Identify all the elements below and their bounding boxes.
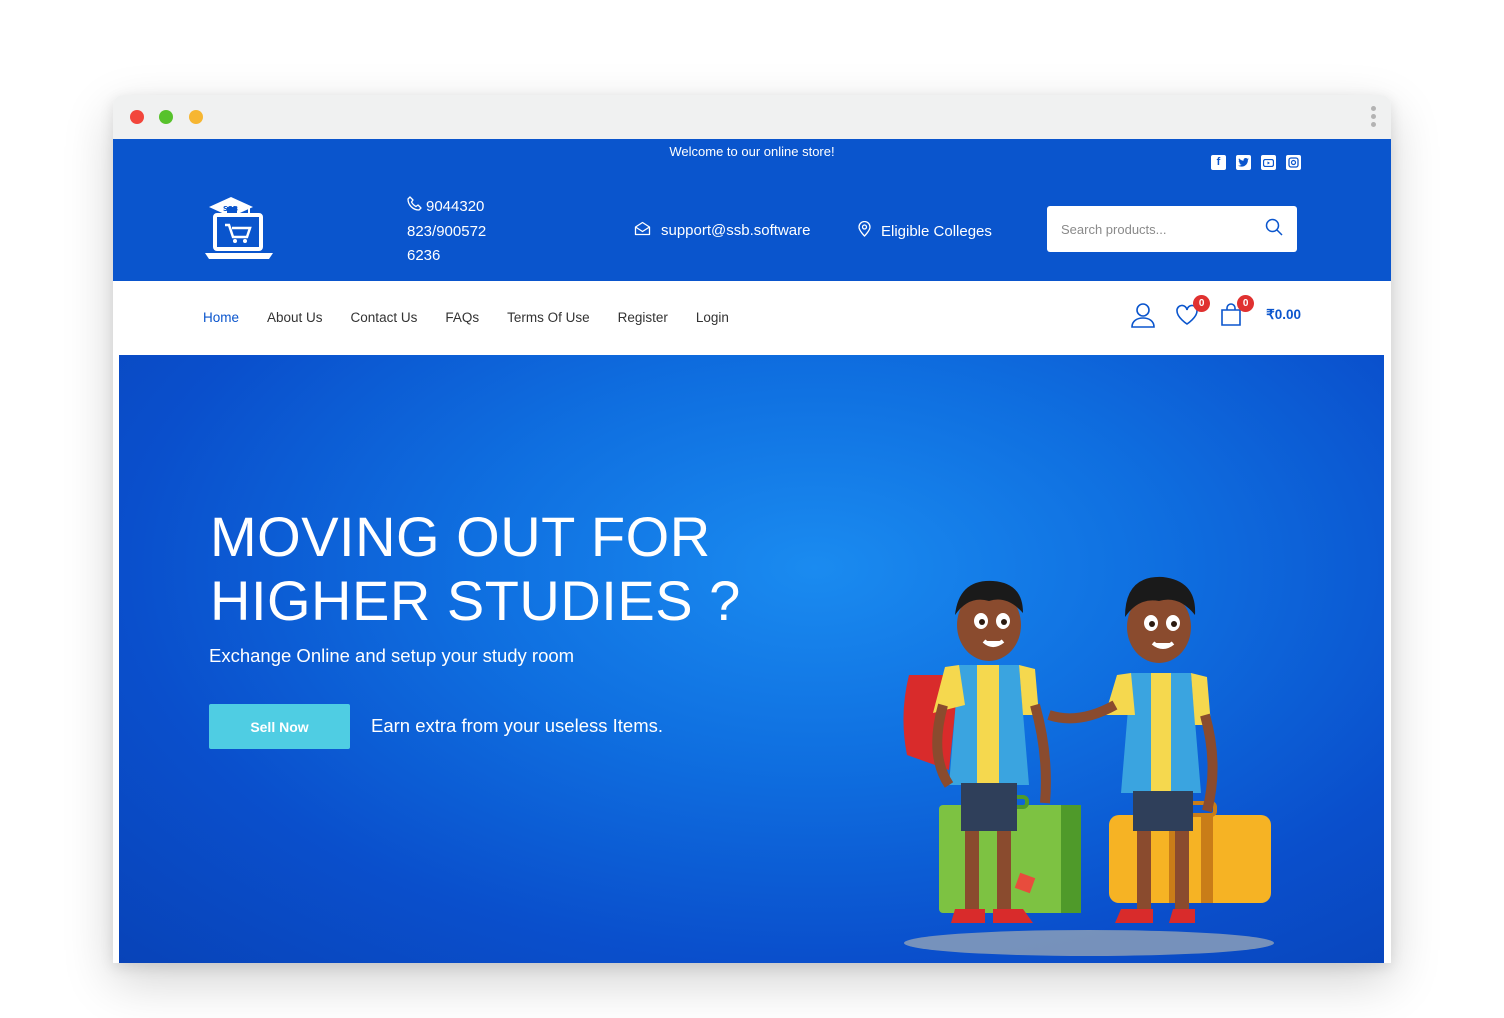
- youtube-icon[interactable]: [1261, 155, 1276, 170]
- maximize-window-button[interactable]: [159, 110, 173, 124]
- account-icon[interactable]: [1130, 301, 1156, 329]
- search-icon[interactable]: [1265, 218, 1283, 241]
- nav-register[interactable]: Register: [618, 310, 668, 325]
- browser-menu-icon[interactable]: [1371, 106, 1377, 130]
- search-box: [1047, 206, 1297, 252]
- nav-links: Home About Us Contact Us FAQs Terms Of U…: [203, 310, 729, 325]
- wishlist-count-badge: 0: [1193, 295, 1211, 312]
- nav-contact-us[interactable]: Contact Us: [351, 310, 418, 325]
- hero-heading: MOVING OUT FOR HIGHER STUDIES ?: [210, 505, 850, 633]
- cart-count-badge: 0: [1237, 295, 1255, 312]
- email-text: support@ssb.software: [661, 222, 811, 239]
- phone-icon: [407, 195, 422, 220]
- phone-number[interactable]: 9044320 823/900572 6236: [407, 195, 507, 269]
- welcome-message: Welcome to our online store!: [669, 144, 835, 159]
- nav-home[interactable]: Home: [203, 310, 239, 325]
- hero-heading-line-1: MOVING OUT FOR: [210, 505, 711, 568]
- wishlist-button[interactable]: 0: [1174, 295, 1211, 329]
- hero-heading-line-2: HIGHER STUDIES ?: [210, 569, 741, 632]
- close-window-button[interactable]: [130, 110, 144, 124]
- earn-extra-text: Earn extra from your useless Items.: [371, 715, 663, 736]
- hero-banner: MOVING OUT FOR HIGHER STUDIES ? Exchange…: [119, 355, 1384, 963]
- facebook-icon[interactable]: f: [1211, 155, 1226, 170]
- nav-actions: 0 0 ₹0.00: [1130, 295, 1301, 329]
- site-header: Welcome to our online store! f SSB 90443…: [113, 139, 1391, 281]
- nav-about-us[interactable]: About Us: [267, 310, 323, 325]
- minimize-window-button[interactable]: [189, 110, 203, 124]
- instagram-icon[interactable]: [1286, 155, 1301, 170]
- phone-line-3: 6236: [407, 247, 441, 264]
- envelope-icon: [634, 221, 651, 240]
- twitter-icon[interactable]: [1236, 155, 1251, 170]
- phone-line-1: 9044320: [426, 198, 485, 215]
- phone-line-2: 823/900572: [407, 222, 487, 240]
- students-with-luggage-illustration: [903, 576, 1274, 956]
- main-navigation: Home About Us Contact Us FAQs Terms Of U…: [113, 281, 1391, 355]
- nav-terms-of-use[interactable]: Terms Of Use: [507, 310, 590, 325]
- svg-text:SSB: SSB: [223, 205, 238, 213]
- search-input[interactable]: [1061, 221, 1265, 237]
- sell-now-button[interactable]: Sell Now: [209, 704, 350, 749]
- map-pin-icon: [858, 220, 871, 241]
- nav-login[interactable]: Login: [696, 310, 729, 325]
- colleges-text: Eligible Colleges: [881, 222, 992, 240]
- hero-subtitle: Exchange Online and setup your study roo…: [209, 645, 575, 666]
- site-logo[interactable]: SSB: [201, 193, 277, 263]
- social-links: f: [1211, 155, 1301, 170]
- eligible-colleges-link[interactable]: Eligible Colleges: [858, 220, 992, 241]
- browser-titlebar: [113, 95, 1391, 139]
- cart-button[interactable]: 0: [1218, 295, 1255, 329]
- support-email[interactable]: support@ssb.software: [634, 221, 810, 240]
- cart-total[interactable]: ₹0.00: [1266, 307, 1301, 323]
- nav-faqs[interactable]: FAQs: [445, 310, 479, 325]
- browser-window: Welcome to our online store! f SSB 90443…: [113, 95, 1391, 963]
